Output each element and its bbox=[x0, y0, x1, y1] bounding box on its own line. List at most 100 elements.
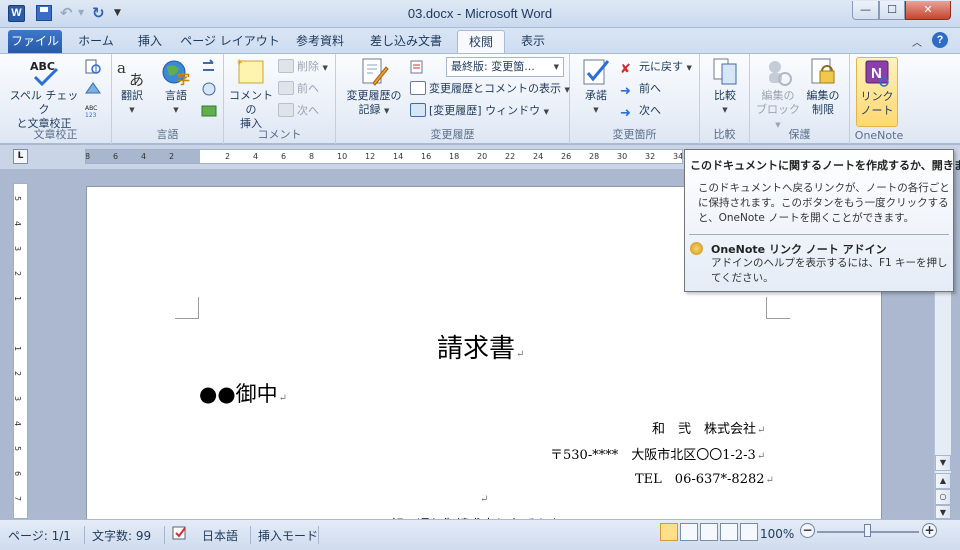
crop-mark-top-left bbox=[175, 297, 199, 319]
full-screen-reading-icon[interactable] bbox=[680, 523, 698, 541]
doc-telephone[interactable]: TEL 06-637*-8282↵ bbox=[635, 468, 774, 487]
tab-file[interactable]: ファイル bbox=[8, 30, 62, 53]
scroll-down-icon[interactable]: ▼ bbox=[935, 455, 951, 471]
korean-convert-icon[interactable] bbox=[200, 103, 218, 119]
tab-home[interactable]: ホーム bbox=[68, 30, 124, 53]
reviewing-pane-button[interactable]: [変更履歴] ウィンドウ ▼ bbox=[410, 102, 549, 120]
tab-mailings[interactable]: 差し込み文書 bbox=[360, 30, 452, 53]
block-authors-label-1: 編集の bbox=[761, 89, 795, 102]
compare-button[interactable]: 比較 ▼ bbox=[706, 57, 744, 117]
select-browse-object-icon[interactable]: ○ bbox=[935, 489, 951, 505]
outline-view-icon[interactable] bbox=[720, 523, 738, 541]
track-changes-label-1: 変更履歴の bbox=[346, 89, 402, 102]
vertical-ruler-number: 3 bbox=[13, 395, 23, 402]
title-bar: W ↶ ▼ ↻ ▼ 03.docx - Microsoft Word — ☐ ✕ bbox=[0, 0, 960, 28]
language-button[interactable]: 字 言語 ▼ bbox=[156, 57, 196, 117]
tab-view[interactable]: 表示 bbox=[510, 30, 556, 53]
vertical-ruler-number: 1 bbox=[13, 345, 23, 352]
show-markup-button[interactable]: 変更履歴とコメントの表示 ▼ bbox=[410, 80, 570, 98]
translate-dropdown-icon[interactable]: ▼ bbox=[114, 103, 150, 117]
minimize-button[interactable]: — bbox=[852, 1, 879, 20]
next-comment-icon bbox=[278, 103, 294, 117]
previous-page-icon[interactable]: ▲ bbox=[935, 473, 951, 489]
track-changes-dropdown-icon[interactable]: ▼ bbox=[384, 107, 389, 115]
doc-title[interactable]: 請求書↵ bbox=[437, 328, 524, 365]
language-status[interactable]: 日本語 bbox=[202, 527, 238, 544]
next-comment-button[interactable]: 次へ bbox=[278, 102, 319, 120]
restrict-editing-button[interactable]: 編集の 制限 bbox=[802, 57, 844, 117]
status-divider bbox=[84, 526, 85, 544]
tab-page-layout[interactable]: ページ レイアウト bbox=[178, 30, 282, 53]
display-for-review-icon bbox=[410, 59, 426, 75]
track-changes-button[interactable]: 変更履歴の 記録 ▼ bbox=[342, 57, 406, 118]
thesaurus-icon[interactable] bbox=[84, 81, 102, 97]
word-count[interactable]: 文字数: 99 bbox=[92, 527, 151, 544]
group-label-changes: 変更箇所 bbox=[612, 128, 657, 141]
new-comment-button[interactable]: ✶ コメントの 挿入 bbox=[226, 57, 276, 131]
next-change-button[interactable]: ➜ 次へ bbox=[620, 102, 661, 121]
ruler-number: 10 bbox=[337, 152, 348, 161]
next-comment-label: 次へ bbox=[297, 104, 319, 117]
zoom-out-icon[interactable]: − bbox=[800, 523, 815, 538]
maximize-button[interactable]: ☐ bbox=[879, 1, 905, 20]
tooltip-description: このドキュメントへ戻るリンクが、ノートの各行ごとに保持されます。このボタンをもう… bbox=[698, 182, 950, 224]
zoom-slider-thumb[interactable] bbox=[864, 524, 871, 537]
doc-addressee[interactable]: ●●御中↵ bbox=[199, 378, 287, 408]
vertical-ruler-number: 1 bbox=[13, 295, 23, 302]
svg-text:123: 123 bbox=[85, 112, 97, 119]
spelling-grammar-button[interactable]: ABC スペル チェック と文章校正 bbox=[6, 57, 82, 131]
vertical-ruler-number: 5 bbox=[13, 195, 23, 202]
group-label-comments: コメント bbox=[257, 128, 302, 141]
ruler-number: 8 bbox=[85, 152, 91, 161]
prev-comment-button[interactable]: 前へ bbox=[278, 80, 319, 98]
ruler-number: 16 bbox=[421, 152, 432, 161]
group-label-tracking: 変更履歴 bbox=[430, 128, 475, 141]
prev-change-button[interactable]: ➜ 前へ bbox=[620, 80, 661, 99]
doc-empty-paragraph[interactable]: ↵ bbox=[480, 494, 488, 505]
ruler-number: 2 bbox=[225, 152, 231, 161]
word-count-icon[interactable]: ABC 123 bbox=[84, 103, 102, 119]
new-comment-icon: ✶ bbox=[236, 57, 266, 87]
delete-comment-label: 削除 bbox=[297, 60, 319, 73]
doc-company[interactable]: 和 弐 株式会社↵ bbox=[652, 418, 765, 437]
zoom-in-icon[interactable]: + bbox=[922, 523, 937, 538]
web-layout-icon[interactable] bbox=[700, 523, 718, 541]
kana-convert-icon[interactable] bbox=[200, 81, 218, 97]
proofing-errors-icon[interactable] bbox=[172, 525, 188, 541]
tab-references[interactable]: 参考資料 bbox=[286, 30, 354, 53]
display-for-review-select[interactable]: 最終版: 変更箇... ▼ bbox=[446, 57, 564, 77]
compare-dropdown-icon[interactable]: ▼ bbox=[706, 103, 744, 117]
tab-selector[interactable]: L bbox=[13, 149, 28, 164]
zoom-level[interactable]: 100% bbox=[760, 527, 794, 541]
convert-icon[interactable] bbox=[200, 59, 218, 75]
tab-insert[interactable]: 挿入 bbox=[128, 30, 172, 53]
page-count[interactable]: ページ: 1/1 bbox=[8, 527, 71, 544]
accept-dropdown-icon[interactable]: ▼ bbox=[576, 103, 616, 117]
vertical-ruler[interactable]: 5 4 3 2 1 1 2 3 4 5 6 7 bbox=[13, 183, 28, 519]
print-layout-view-icon[interactable] bbox=[660, 523, 678, 541]
delete-comment-button[interactable]: 削除 ▼ bbox=[278, 58, 328, 76]
minimize-ribbon-icon[interactable]: ︿ bbox=[912, 34, 922, 49]
doc-postal-address[interactable]: 〒530-**** 大阪市北区〇〇1-2-3↵ bbox=[550, 444, 765, 463]
next-page-icon[interactable]: ▼ bbox=[935, 505, 951, 519]
display-for-review-dropdown-icon[interactable]: ▼ bbox=[554, 58, 559, 76]
horizontal-ruler[interactable]: 8 6 4 2 2 4 6 8 10 12 14 16 18 20 22 24 26 28 30 32 34 bbox=[85, 149, 683, 164]
language-dropdown-icon[interactable]: ▼ bbox=[156, 103, 196, 117]
tooltip-addin-title: OneNote リンク ノート アドイン bbox=[711, 243, 887, 256]
ruler-number: 12 bbox=[365, 152, 376, 161]
insert-mode[interactable]: 挿入モード bbox=[258, 527, 318, 544]
reject-button[interactable]: ✘ 元に戻す ▼ bbox=[620, 58, 692, 77]
accept-button[interactable]: 承諾 ▼ bbox=[576, 57, 616, 117]
help-icon[interactable]: ? bbox=[932, 32, 948, 48]
linked-notes-button[interactable]: N リンク ノート bbox=[856, 57, 898, 127]
accept-label: 承諾 bbox=[585, 89, 607, 102]
close-button[interactable]: ✕ bbox=[905, 1, 951, 20]
tab-review[interactable]: 校閲 bbox=[457, 30, 505, 53]
translate-button[interactable]: aあ 翻訳 ▼ bbox=[114, 57, 150, 117]
ruler-number: 4 bbox=[141, 152, 147, 161]
status-bar: ページ: 1/1 文字数: 99 日本語 挿入モード 100% bbox=[0, 519, 960, 550]
block-authors-button[interactable]: 編集の ブロック ▼ bbox=[756, 57, 800, 132]
next-change-icon: ➜ bbox=[620, 106, 631, 121]
draft-view-icon[interactable] bbox=[740, 523, 758, 541]
research-icon[interactable] bbox=[84, 59, 102, 75]
